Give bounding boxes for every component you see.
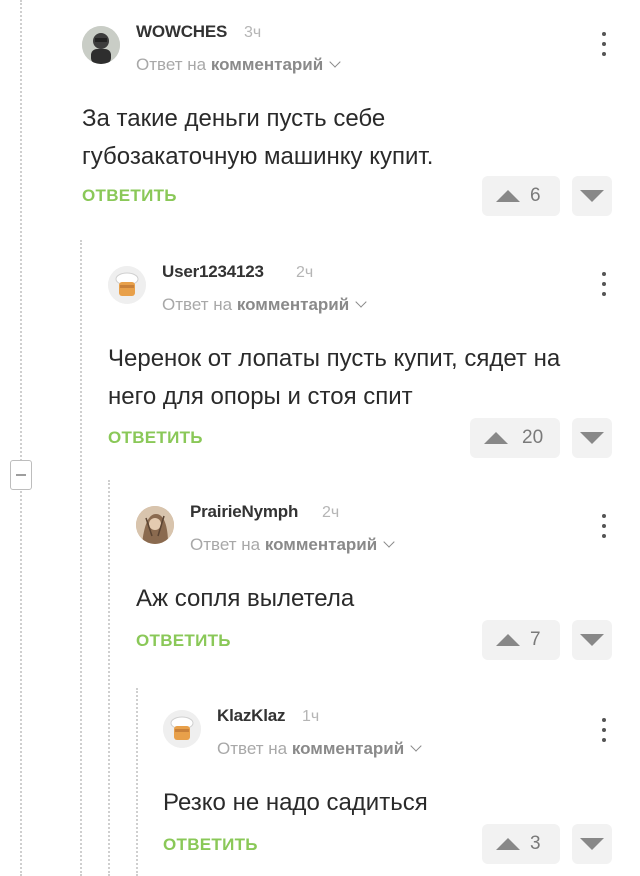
- arrow-up-icon: [496, 634, 520, 646]
- more-options-icon[interactable]: [597, 512, 611, 542]
- vote-count: 7: [530, 629, 541, 650]
- reply-to-target: комментарий: [264, 535, 378, 554]
- comment-user1234123: User1234123 2ч Ответ на комментарий Чере…: [0, 240, 640, 470]
- upvote-button[interactable]: 20: [470, 418, 560, 458]
- reply-to-link[interactable]: Ответ на комментарий: [190, 535, 395, 555]
- upvote-button[interactable]: 3: [482, 824, 560, 864]
- arrow-down-icon: [580, 190, 604, 202]
- arrow-down-icon: [580, 634, 604, 646]
- comment-time: 1ч: [302, 708, 320, 725]
- arrow-up-icon: [484, 432, 508, 444]
- reply-to-prefix: Ответ на: [162, 295, 233, 314]
- arrow-up-icon: [496, 838, 520, 850]
- user-avatar[interactable]: [82, 26, 120, 64]
- reply-to-link[interactable]: Ответ на комментарий: [162, 295, 367, 315]
- reply-button[interactable]: ОТВЕТИТЬ: [108, 428, 203, 448]
- reply-to-prefix: Ответ на: [190, 535, 261, 554]
- reply-button[interactable]: ОТВЕТИТЬ: [82, 186, 177, 206]
- upvote-button[interactable]: 7: [482, 620, 560, 660]
- user-avatar[interactable]: [163, 710, 201, 748]
- more-options-icon[interactable]: [597, 270, 611, 300]
- username[interactable]: PrairieNymph: [190, 502, 298, 522]
- downvote-button[interactable]: [572, 620, 612, 660]
- arrow-down-icon: [580, 838, 604, 850]
- chevron-down-icon: [355, 296, 367, 308]
- downvote-button[interactable]: [572, 176, 612, 216]
- user-avatar[interactable]: [136, 506, 174, 544]
- reply-to-link[interactable]: Ответ на комментарий: [136, 55, 341, 75]
- vote-count: 3: [530, 833, 541, 854]
- comment-klazklaz: KlazKlaz 1ч Ответ на комментарий Резко н…: [0, 688, 640, 876]
- downvote-button[interactable]: [572, 824, 612, 864]
- username[interactable]: KlazKlaz: [217, 706, 286, 726]
- reply-to-target: комментарий: [236, 295, 350, 314]
- reply-to-prefix: Ответ на: [136, 55, 207, 74]
- chevron-down-icon: [410, 740, 422, 752]
- chevron-down-icon: [383, 536, 395, 548]
- comment-text: Аж сопля вылетела: [136, 585, 355, 612]
- chevron-down-icon: [329, 56, 341, 68]
- reply-to-target: комментарий: [210, 55, 324, 74]
- upvote-button[interactable]: 6: [482, 176, 560, 216]
- reply-button[interactable]: ОТВЕТИТЬ: [136, 631, 231, 651]
- reply-to-target: комментарий: [291, 739, 405, 758]
- comment-time: 2ч: [322, 504, 340, 521]
- reply-to-prefix: Ответ на: [217, 739, 288, 758]
- arrow-down-icon: [580, 432, 604, 444]
- comment-wowches: WOWCHES 3ч Ответ на комментарий За такие…: [0, 0, 640, 230]
- comment-time: 2ч: [296, 264, 314, 281]
- downvote-button[interactable]: [572, 418, 612, 458]
- username[interactable]: User1234123: [162, 262, 264, 282]
- vote-count: 6: [530, 185, 541, 206]
- reply-to-link[interactable]: Ответ на комментарий: [217, 739, 422, 759]
- comment-text: За такие деньги пусть себе губозакаточну…: [82, 105, 434, 170]
- more-options-icon[interactable]: [597, 716, 611, 746]
- comment-prairienymph: PrairieNymph 2ч Ответ на комментарий Аж …: [0, 480, 640, 680]
- more-options-icon[interactable]: [597, 30, 611, 60]
- arrow-up-icon: [496, 190, 520, 202]
- vote-count: 20: [522, 427, 544, 448]
- reply-button[interactable]: ОТВЕТИТЬ: [163, 835, 258, 855]
- username[interactable]: WOWCHES: [136, 22, 227, 42]
- comment-text: Черенок от лопаты пусть купит, сядет на …: [108, 345, 561, 410]
- comment-text: Резко не надо садиться: [163, 789, 428, 816]
- user-avatar[interactable]: [108, 266, 146, 304]
- comment-time: 3ч: [244, 24, 262, 41]
